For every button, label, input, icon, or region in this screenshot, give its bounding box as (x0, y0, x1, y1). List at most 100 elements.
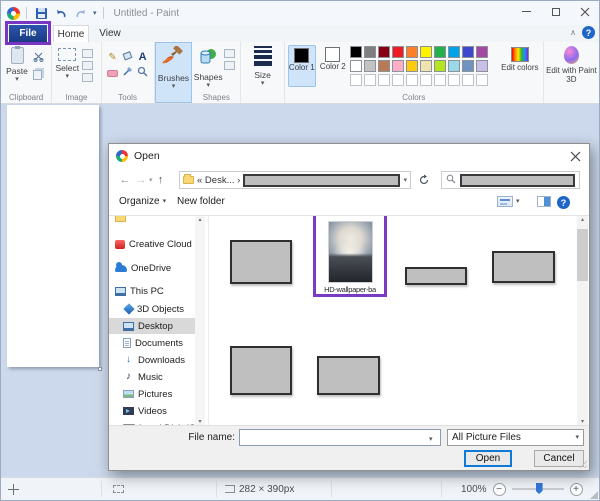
crop-icon[interactable] (82, 49, 94, 58)
palette-swatch-empty[interactable] (405, 74, 418, 86)
palette-swatch[interactable] (391, 60, 404, 72)
zoom-in-button[interactable]: + (569, 482, 583, 496)
views-button[interactable]: ▾ (497, 196, 520, 207)
palette-swatch[interactable] (349, 60, 362, 72)
palette-swatch[interactable] (419, 60, 432, 72)
scroll-down-icon[interactable]: ▾ (198, 418, 201, 425)
palette-swatch-empty[interactable] (461, 74, 474, 86)
size-button[interactable]: Size ▾ (241, 42, 285, 103)
palette-swatch[interactable] (475, 60, 488, 72)
palette-swatch[interactable] (461, 60, 474, 72)
tab-view[interactable]: View (93, 25, 127, 42)
tree-item-this-pc[interactable]: This PC (109, 283, 205, 299)
tree-item-documents[interactable]: Documents (109, 335, 205, 351)
palette-swatch[interactable] (475, 46, 488, 58)
copy-icon[interactable] (33, 70, 42, 80)
tab-file[interactable]: File (9, 25, 47, 42)
up-icon[interactable]: ↑ (153, 174, 169, 186)
palette-swatch[interactable] (363, 60, 376, 72)
file-type-select[interactable]: All Picture Files ▾ (447, 429, 584, 446)
tree-item-onedrive[interactable]: OneDrive (109, 260, 205, 276)
brushes-button[interactable]: Brushes ▾ (154, 42, 193, 103)
file-thumbnail-redacted[interactable] (230, 346, 292, 395)
minimize-button[interactable] (512, 1, 541, 22)
refresh-icon[interactable] (415, 171, 433, 189)
text-tool-icon[interactable]: A (139, 51, 147, 63)
palette-swatch-empty[interactable] (391, 74, 404, 86)
tree-item-music[interactable]: ♪ Music (109, 369, 205, 385)
new-folder-button[interactable]: New folder (177, 196, 225, 207)
color2-button[interactable]: Color 2 (319, 45, 347, 87)
file-thumbnail-redacted[interactable] (492, 251, 555, 283)
scroll-up-icon[interactable]: ▴ (581, 216, 584, 223)
tree-item-videos[interactable]: Videos (109, 403, 205, 419)
tab-home[interactable]: Home (53, 25, 89, 42)
sidebar-scrollbar[interactable]: ▴ ▾ (195, 216, 205, 425)
filelist-scrollbar-thumb[interactable] (577, 229, 588, 281)
canvas-resize-handle[interactable] (98, 367, 102, 371)
palette-swatch[interactable] (447, 46, 460, 58)
select-dropdown-icon[interactable]: ▾ (65, 73, 69, 80)
back-icon[interactable]: ← (117, 174, 133, 186)
palette-swatch-empty[interactable] (447, 74, 460, 86)
open-button[interactable]: Open (464, 450, 512, 467)
dialog-close-icon[interactable] (569, 150, 581, 162)
tree-item-desktop[interactable]: Desktop (109, 318, 205, 334)
rotate-icon[interactable] (82, 73, 94, 82)
file-thumbnail-selected[interactable]: HD-wallpaper-ba (313, 216, 387, 297)
color-picker-tool-icon[interactable] (122, 64, 133, 82)
palette-swatch-empty[interactable] (419, 74, 432, 86)
palette-swatch[interactable] (405, 60, 418, 72)
palette-swatch-empty[interactable] (349, 74, 362, 86)
save-icon[interactable] (33, 5, 49, 21)
close-button[interactable] (570, 1, 599, 22)
shape-fill-icon[interactable] (224, 61, 236, 70)
palette-swatch[interactable] (377, 46, 390, 58)
palette-swatch[interactable] (419, 46, 432, 58)
shapes-dropdown-icon[interactable]: ▾ (206, 82, 210, 89)
zoom-out-button[interactable]: − (492, 482, 506, 496)
qat-customize-icon[interactable]: ▾ (93, 10, 97, 17)
palette-swatch[interactable] (461, 46, 474, 58)
paste-dropdown-icon[interactable]: ▾ (15, 76, 19, 83)
file-name-input[interactable] (239, 429, 441, 446)
eraser-tool-icon[interactable] (107, 69, 119, 77)
dialog-help-icon[interactable]: ? (557, 196, 570, 209)
collapse-ribbon-icon[interactable]: ∧ (570, 28, 576, 37)
palette-swatch-empty[interactable] (377, 74, 390, 86)
tree-item-downloads[interactable]: ↓ Downloads (109, 352, 205, 368)
resize-icon[interactable] (82, 61, 94, 70)
address-bar[interactable]: « Desk... › ▾ (179, 171, 411, 189)
magnifier-tool-icon[interactable] (137, 64, 148, 82)
palette-swatch[interactable] (447, 60, 460, 72)
help-icon[interactable]: ? (582, 26, 595, 39)
organize-button[interactable]: Organize ▾ (119, 196, 166, 207)
shape-outline-icon[interactable] (224, 49, 236, 58)
forward-icon[interactable]: → (133, 174, 149, 186)
paint-app-icon[interactable] (7, 6, 20, 20)
palette-swatch[interactable] (349, 46, 362, 58)
address-dropdown-icon[interactable]: ▾ (403, 176, 407, 184)
pencil-tool-icon[interactable]: ✎ (108, 52, 116, 63)
file-name-dropdown-icon[interactable]: ▾ (429, 435, 433, 443)
color1-button[interactable]: Color 1 (287, 45, 316, 87)
scroll-down-icon[interactable]: ▾ (581, 418, 584, 425)
window-resize-grip[interactable] (590, 491, 598, 499)
canvas[interactable] (7, 105, 99, 367)
scroll-up-icon[interactable]: ▴ (198, 216, 201, 223)
file-thumbnail-redacted[interactable] (317, 356, 380, 395)
palette-swatch[interactable] (433, 60, 446, 72)
breadcrumb[interactable]: « Desk... › (197, 175, 240, 186)
palette-swatch-empty[interactable] (475, 74, 488, 86)
maximize-button[interactable] (541, 1, 570, 22)
palette-swatch-empty[interactable] (433, 74, 446, 86)
cut-icon[interactable] (33, 49, 44, 67)
size-dropdown-icon[interactable]: ▾ (261, 80, 265, 87)
palette-swatch[interactable] (363, 46, 376, 58)
edit-with-paint3d-button[interactable]: Edit with Paint 3D (544, 42, 599, 103)
palette-swatch[interactable] (391, 46, 404, 58)
tree-item-3d-objects[interactable]: 3D Objects (109, 301, 205, 317)
tree-item-partial-folder[interactable] (109, 216, 205, 226)
tree-item-pictures[interactable]: Pictures (109, 386, 205, 402)
palette-swatch[interactable] (405, 46, 418, 58)
